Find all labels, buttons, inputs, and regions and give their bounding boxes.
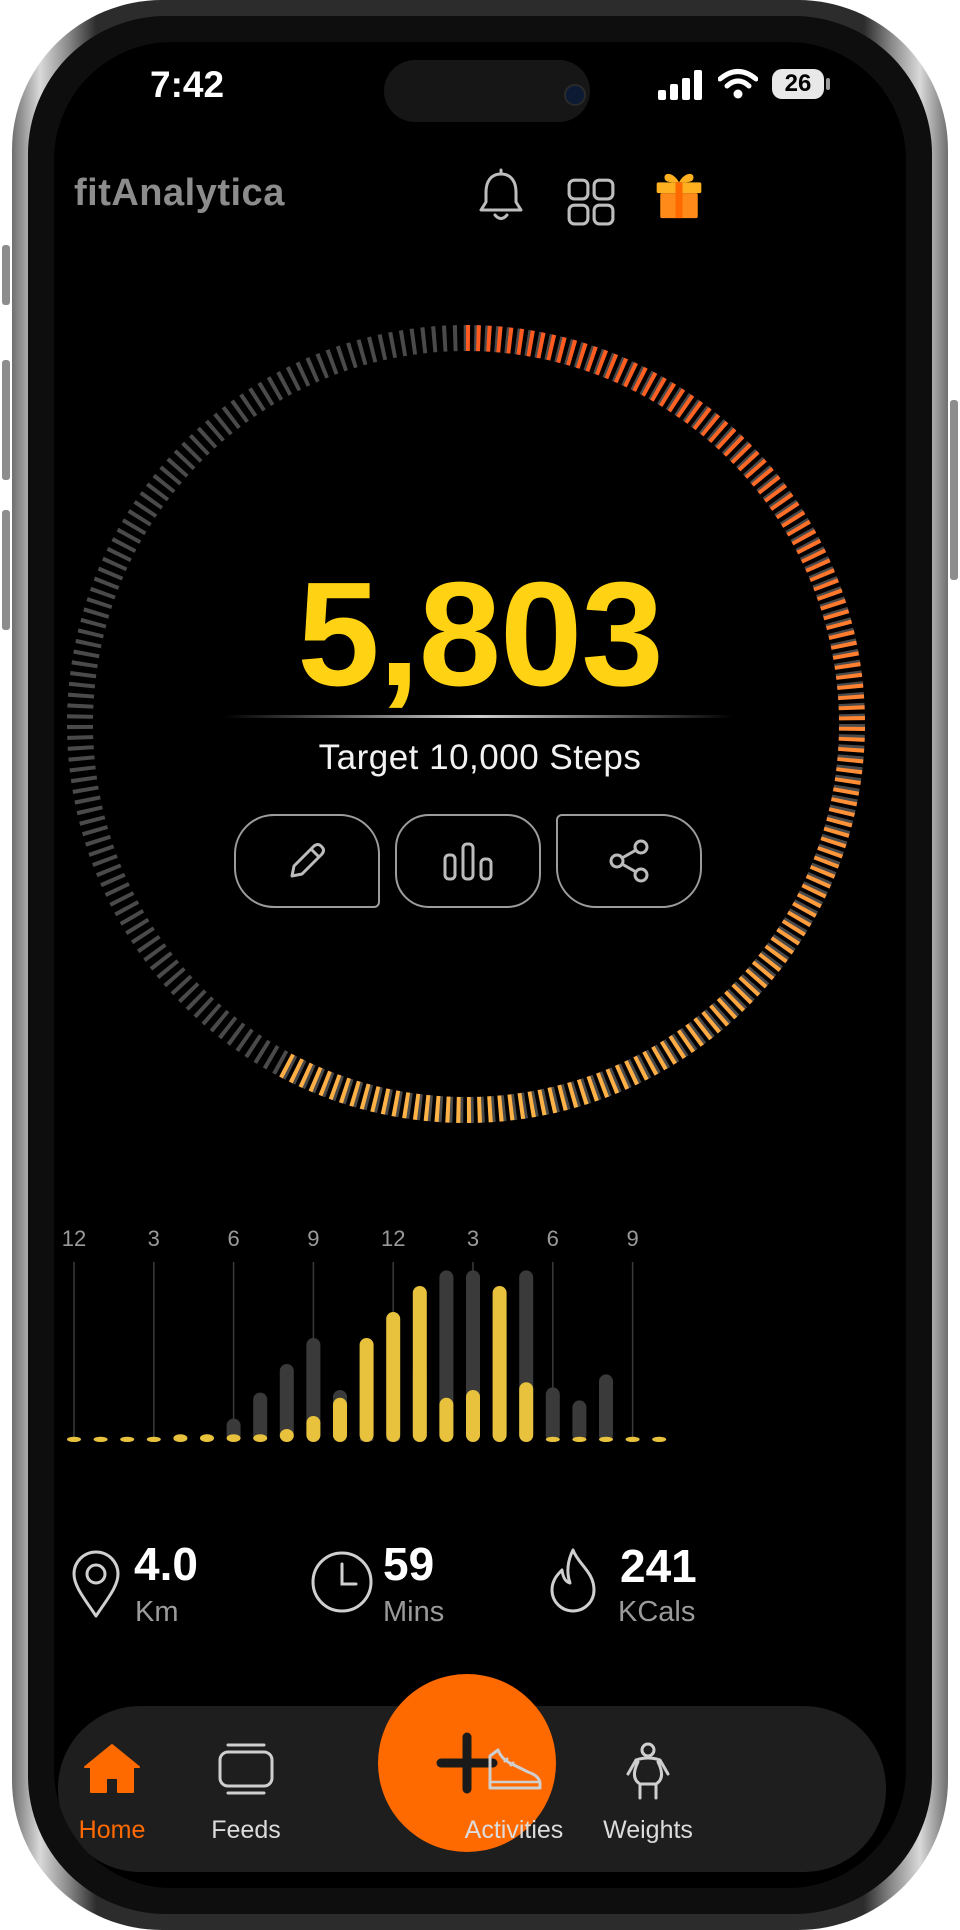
- chart-tick-label: 12: [381, 1226, 405, 1251]
- chart-bar-active: [306, 1416, 321, 1442]
- grid-menu-icon[interactable]: [566, 174, 616, 230]
- chart-bar-active: [545, 1436, 560, 1442]
- hourly-steps-chart: 12 3 6 9 12 3 6 9: [62, 1226, 667, 1442]
- phone-volume-down-button: [2, 510, 10, 630]
- tab-activities[interactable]: Activities: [444, 1742, 584, 1852]
- phone-volume-up-button: [2, 360, 10, 480]
- chart-tick-label: 6: [547, 1226, 559, 1251]
- chart-bar-total: [599, 1374, 613, 1442]
- calories-value: 241: [620, 1540, 697, 1592]
- chart-bar-active: [492, 1286, 507, 1442]
- ring-track: [67, 325, 865, 1123]
- chart-bar-active: [599, 1436, 613, 1442]
- chart-bar-active: [386, 1312, 401, 1442]
- tab-weights-label: Weights: [603, 1816, 693, 1844]
- signal-icon: [658, 70, 702, 100]
- tab-weights[interactable]: Weights: [578, 1742, 718, 1852]
- edit-button[interactable]: [234, 814, 380, 908]
- tab-home[interactable]: Home: [54, 1742, 182, 1852]
- tab-home-label: Home: [78, 1816, 146, 1844]
- chart-bar-active: [572, 1436, 587, 1442]
- chart-tick-label: 3: [148, 1226, 160, 1251]
- bar-chart-icon: [443, 842, 493, 881]
- distance-value: 4.0: [134, 1538, 198, 1590]
- body-weight-icon: [626, 1742, 670, 1800]
- chart-bar-active: [519, 1382, 534, 1442]
- app-screen: 7:42 26 fitAnalytica 5,803 Target 10,000…: [54, 42, 906, 1888]
- chart-bar-active: [120, 1436, 135, 1442]
- chart-bar-active: [439, 1397, 454, 1442]
- statistics-button[interactable]: [395, 814, 541, 908]
- sneaker-icon: [488, 1748, 542, 1790]
- step-divider: [224, 715, 734, 718]
- flame-icon: [550, 1548, 596, 1613]
- chart-bar-active: [67, 1436, 81, 1442]
- chart-bar-active: [173, 1434, 188, 1442]
- wifi-icon: [718, 69, 758, 99]
- chart-tick-label: 6: [227, 1226, 239, 1251]
- step-target-label: Target 10,000 Steps: [318, 738, 642, 777]
- chart-bar-active: [625, 1436, 640, 1442]
- chart-tick-label: 3: [467, 1226, 479, 1251]
- chart-bar-active: [253, 1434, 268, 1442]
- step-progress-ring: [67, 325, 865, 1123]
- chart-bar-total: [545, 1387, 560, 1442]
- share-icon: [609, 839, 649, 883]
- chart-bar-active: [333, 1397, 347, 1442]
- duration-value: 59: [383, 1538, 435, 1590]
- chart-bar-active: [226, 1434, 241, 1442]
- tab-feeds[interactable]: Feeds: [176, 1742, 316, 1852]
- dynamic-island: [384, 60, 590, 122]
- distance-unit: Km: [135, 1596, 179, 1628]
- tab-feeds-label: Feeds: [211, 1816, 281, 1844]
- chart-bar-active: [412, 1286, 427, 1442]
- calories-unit: KCals: [618, 1596, 696, 1628]
- chart-tick-label: 9: [307, 1226, 319, 1251]
- status-time: 7:42: [150, 64, 225, 105]
- ring-progress-arc: [273, 325, 865, 1123]
- chart-bar-active: [359, 1338, 374, 1442]
- camera-icon: [564, 84, 586, 106]
- chart-bar-total: [572, 1400, 587, 1442]
- chart-bar-active: [200, 1434, 214, 1442]
- chart-bar-active: [279, 1429, 294, 1442]
- chart-bar-active: [652, 1436, 667, 1442]
- pencil-icon: [290, 843, 325, 878]
- step-count: 5,803: [297, 552, 663, 717]
- battery-level: 26: [772, 69, 824, 99]
- bell-icon[interactable]: [476, 168, 526, 224]
- app-title: fitAnalytica: [74, 172, 285, 214]
- duration-unit: Mins: [383, 1596, 445, 1628]
- chart-tick-label: 9: [626, 1226, 638, 1251]
- chart-bar-active: [93, 1436, 108, 1442]
- tab-activities-label: Activities: [464, 1816, 564, 1844]
- location-pin-icon: [72, 1550, 120, 1618]
- feeds-icon: [218, 1743, 274, 1795]
- clock-icon: [311, 1551, 373, 1613]
- chart-tick-label: 12: [62, 1226, 86, 1251]
- chart-bar-active: [146, 1436, 161, 1442]
- share-button[interactable]: [556, 814, 702, 908]
- battery-tip: [826, 78, 830, 90]
- gift-icon[interactable]: [654, 166, 704, 222]
- chart-bar-active: [466, 1390, 480, 1442]
- phone-mute-switch: [2, 245, 10, 305]
- home-icon: [84, 1744, 140, 1793]
- phone-power-button: [950, 400, 958, 580]
